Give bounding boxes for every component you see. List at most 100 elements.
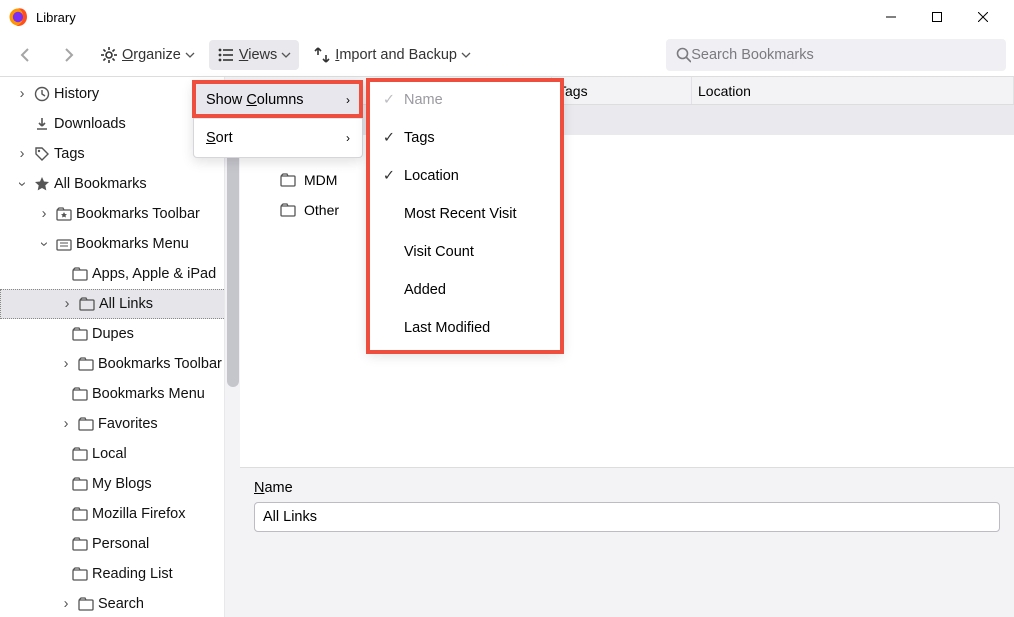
- menu-label-u: C: [246, 92, 256, 108]
- import-backup-button[interactable]: Import and Backup: [305, 40, 479, 70]
- sidebar-item-dupes[interactable]: Dupes: [0, 319, 240, 349]
- clock-icon: [34, 86, 50, 102]
- search-input[interactable]: [691, 47, 996, 63]
- menu-label-post: ort: [216, 130, 233, 146]
- chevron-down-icon: [461, 50, 471, 60]
- folder-icon: [72, 326, 88, 342]
- sidebar-item-label: Search: [98, 596, 144, 612]
- submenu-item-vc[interactable]: Visit Count: [368, 233, 562, 271]
- sidebar-item-label: Bookmarks Toolbar: [98, 356, 222, 372]
- folder-icon: [79, 296, 95, 312]
- folder-icon: [72, 506, 88, 522]
- views-button[interactable]: Views: [209, 40, 299, 70]
- organize-label-u: O: [122, 47, 133, 63]
- sidebar-item-readinglist[interactable]: Reading List: [0, 559, 240, 589]
- submenu-item-mrv[interactable]: Most Recent Visit: [368, 195, 562, 233]
- folder-icon: [72, 266, 88, 282]
- views-menu: Show Columns › Sort ›: [193, 80, 363, 158]
- menu-label-post: olumns: [257, 92, 304, 108]
- submenu-item-tags[interactable]: ✓Tags: [368, 119, 562, 157]
- sidebar-item-apps[interactable]: Apps, Apple & iPad: [0, 259, 240, 289]
- folder-icon: [280, 202, 296, 218]
- submenu-item-lm[interactable]: Last Modified: [368, 309, 562, 347]
- sidebar-item-favorites[interactable]: ›Favorites: [0, 409, 240, 439]
- organize-label-rest: rganize: [133, 47, 181, 63]
- submenu-item-added[interactable]: Added: [368, 271, 562, 309]
- folder-icon: [78, 356, 94, 372]
- detail-name-label: Name: [254, 480, 293, 496]
- folder-icon: [72, 476, 88, 492]
- sidebar-item-label: All Bookmarks: [54, 176, 147, 192]
- sidebar-item-search[interactable]: ›Search: [0, 589, 240, 617]
- minimize-button[interactable]: [868, 2, 914, 32]
- sidebar-item-allbookmarks[interactable]: ›All Bookmarks: [0, 169, 240, 199]
- folder-icon: [78, 416, 94, 432]
- maximize-button[interactable]: [914, 2, 960, 32]
- tag-icon: [34, 146, 50, 162]
- folder-star-icon: [56, 206, 72, 222]
- sidebar-item-bmmenu2[interactable]: Bookmarks Menu: [0, 379, 240, 409]
- sidebar-item-label: Downloads: [54, 116, 126, 132]
- sidebar-item-label: Bookmarks Menu: [76, 236, 189, 252]
- sidebar-item-alllinks[interactable]: ›All Links: [0, 289, 240, 319]
- sidebar-item-label: Reading List: [92, 566, 173, 582]
- list-item[interactable]: Other: [240, 195, 1014, 225]
- organize-button[interactable]: Organize: [92, 40, 203, 70]
- gear-icon: [100, 46, 118, 64]
- chevron-right-icon: ›: [346, 93, 350, 107]
- column-location[interactable]: Location: [692, 77, 1014, 104]
- back-button[interactable]: [8, 40, 44, 70]
- detail-name-input[interactable]: [254, 502, 1000, 532]
- column-label: Location: [698, 83, 751, 99]
- sidebar-item-label: Favorites: [98, 416, 158, 432]
- sidebar-item-bmmenu[interactable]: ›Bookmarks Menu: [0, 229, 240, 259]
- list-icon: [217, 46, 235, 64]
- detail-label-rest: ame: [264, 480, 292, 496]
- sidebar-scrollbar[interactable]: [224, 77, 240, 617]
- forward-button[interactable]: [50, 40, 86, 70]
- sidebar-item-local[interactable]: Local: [0, 439, 240, 469]
- sidebar-item-label: Personal: [92, 536, 149, 552]
- check-icon: ✓: [378, 168, 400, 184]
- list-item-label: Other: [304, 202, 339, 218]
- column-tags[interactable]: Tags: [552, 77, 692, 104]
- sidebar-item-myblogs[interactable]: My Blogs: [0, 469, 240, 499]
- import-label-rest: mport and Backup: [339, 47, 457, 63]
- check-icon: ✓: [378, 92, 400, 108]
- menu-item-show-columns[interactable]: Show Columns ›: [194, 81, 362, 119]
- sidebar-item-label: Apps, Apple & iPad: [92, 266, 216, 282]
- submenu-item-name[interactable]: ✓Name: [368, 81, 562, 119]
- check-icon: ✓: [378, 130, 400, 146]
- sidebar-item-label: Dupes: [92, 326, 134, 342]
- list-item[interactable]: MDM: [240, 165, 1014, 195]
- submenu-label: Location: [404, 168, 459, 184]
- menu-item-sort[interactable]: Sort ›: [194, 119, 362, 157]
- sidebar-item-label: Bookmarks Toolbar: [76, 206, 200, 222]
- chevron-down-icon: [185, 50, 195, 60]
- close-button[interactable]: [960, 2, 1006, 32]
- submenu-item-location[interactable]: ✓Location: [368, 157, 562, 195]
- folder-icon: [72, 386, 88, 402]
- submenu-label: Most Recent Visit: [404, 206, 517, 222]
- submenu-label: Tags: [404, 130, 435, 146]
- sidebar-item-bmtoolbar2[interactable]: ›Bookmarks Toolbar: [0, 349, 240, 379]
- sidebar-item-mozff[interactable]: Mozilla Firefox: [0, 499, 240, 529]
- submenu-label: Added: [404, 282, 446, 298]
- folder-icon: [72, 536, 88, 552]
- search-icon: [676, 47, 691, 63]
- detail-pane: Name: [240, 467, 1014, 617]
- sidebar-item-bmtoolbar[interactable]: ›Bookmarks Toolbar: [0, 199, 240, 229]
- folder-icon: [280, 172, 296, 188]
- menu-label-u: S: [206, 130, 216, 146]
- menu-label-pre: Show: [206, 92, 246, 108]
- folder-icon: [78, 596, 94, 612]
- chevron-right-icon: ›: [346, 131, 350, 145]
- list-area: Local MDM Other: [240, 105, 1014, 467]
- sidebar-item-label: History: [54, 86, 99, 102]
- star-icon: [34, 176, 50, 192]
- import-export-icon: [313, 46, 331, 64]
- search-bookmarks[interactable]: [666, 39, 1006, 71]
- list-item-label: MDM: [304, 172, 337, 188]
- sidebar-item-label: All Links: [99, 296, 153, 312]
- sidebar-item-personal[interactable]: Personal: [0, 529, 240, 559]
